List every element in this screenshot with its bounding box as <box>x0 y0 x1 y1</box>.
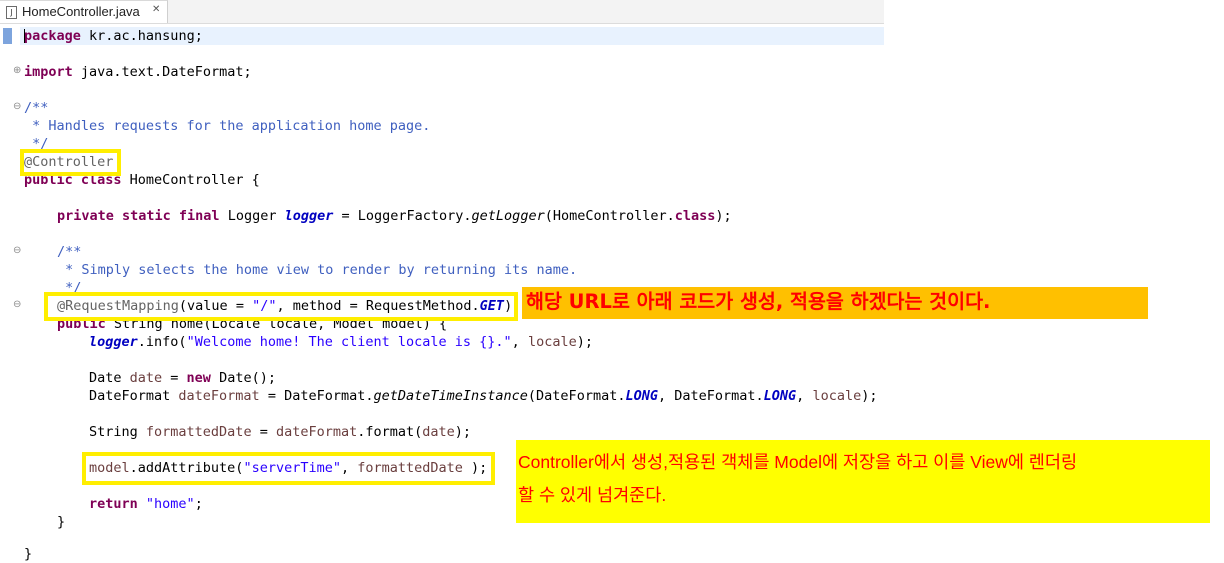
editor-tab-bar: J HomeController.java ✕ <box>0 0 884 24</box>
text-caret <box>24 29 25 43</box>
tab-homecontroller-java[interactable]: J HomeController.java ✕ <box>0 0 168 23</box>
code-line: DateFormat dateFormat = DateFormat.getDa… <box>89 388 878 404</box>
tab-label: HomeController.java <box>22 4 140 19</box>
request-mapping-highlight-box <box>44 292 518 321</box>
comment-line: * Simply selects the home view to render… <box>57 262 578 278</box>
request-mapping-callout: 해당 URL로 아래 코드가 생성, 적용을 하겠다는 것이다. <box>522 287 1148 319</box>
logger-field-line: private static final Logger logger = Log… <box>57 208 732 224</box>
add-attribute-highlight-box <box>82 452 495 485</box>
controller-highlight-box <box>20 149 121 176</box>
close-icon[interactable]: ✕ <box>152 4 160 15</box>
code-line: Date date = new Date(); <box>89 370 276 386</box>
code-line: package kr.ac.hansung; <box>24 28 203 44</box>
comment-line: /** <box>24 100 49 116</box>
comment-line: /** <box>57 244 82 260</box>
request-mapping-callout-text: 해당 URL로 아래 코드가 생성, 적용을 하겠다는 것이다. <box>526 290 991 313</box>
java-file-icon: J <box>6 6 17 19</box>
code-line: return "home"; <box>89 496 203 512</box>
code-line: logger.info("Welcome home! The client lo… <box>89 334 593 350</box>
code-line: import java.text.DateFormat; <box>24 64 252 80</box>
collapse-fold-icon[interactable]: ⊖ <box>13 299 21 311</box>
ruler-marker <box>3 28 12 44</box>
collapse-fold-icon[interactable]: ⊖ <box>13 101 21 113</box>
code-line: } <box>24 546 33 562</box>
model-callout-text-line2: 할 수 있게 넘겨준다. <box>518 485 667 505</box>
model-callout: Controller에서 생성,적용된 객체를 Model에 저장을 하고 이를… <box>516 440 1210 523</box>
model-callout-text-line1: Controller에서 생성,적용된 객체를 Model에 저장을 하고 이를… <box>518 452 1078 472</box>
collapse-fold-icon[interactable]: ⊖ <box>13 245 21 257</box>
expand-fold-icon[interactable]: ⊕ <box>13 65 21 77</box>
code-line: } <box>57 514 66 530</box>
comment-line: * Handles requests for the application h… <box>24 118 431 134</box>
code-line: String formattedDate = dateFormat.format… <box>89 424 472 440</box>
